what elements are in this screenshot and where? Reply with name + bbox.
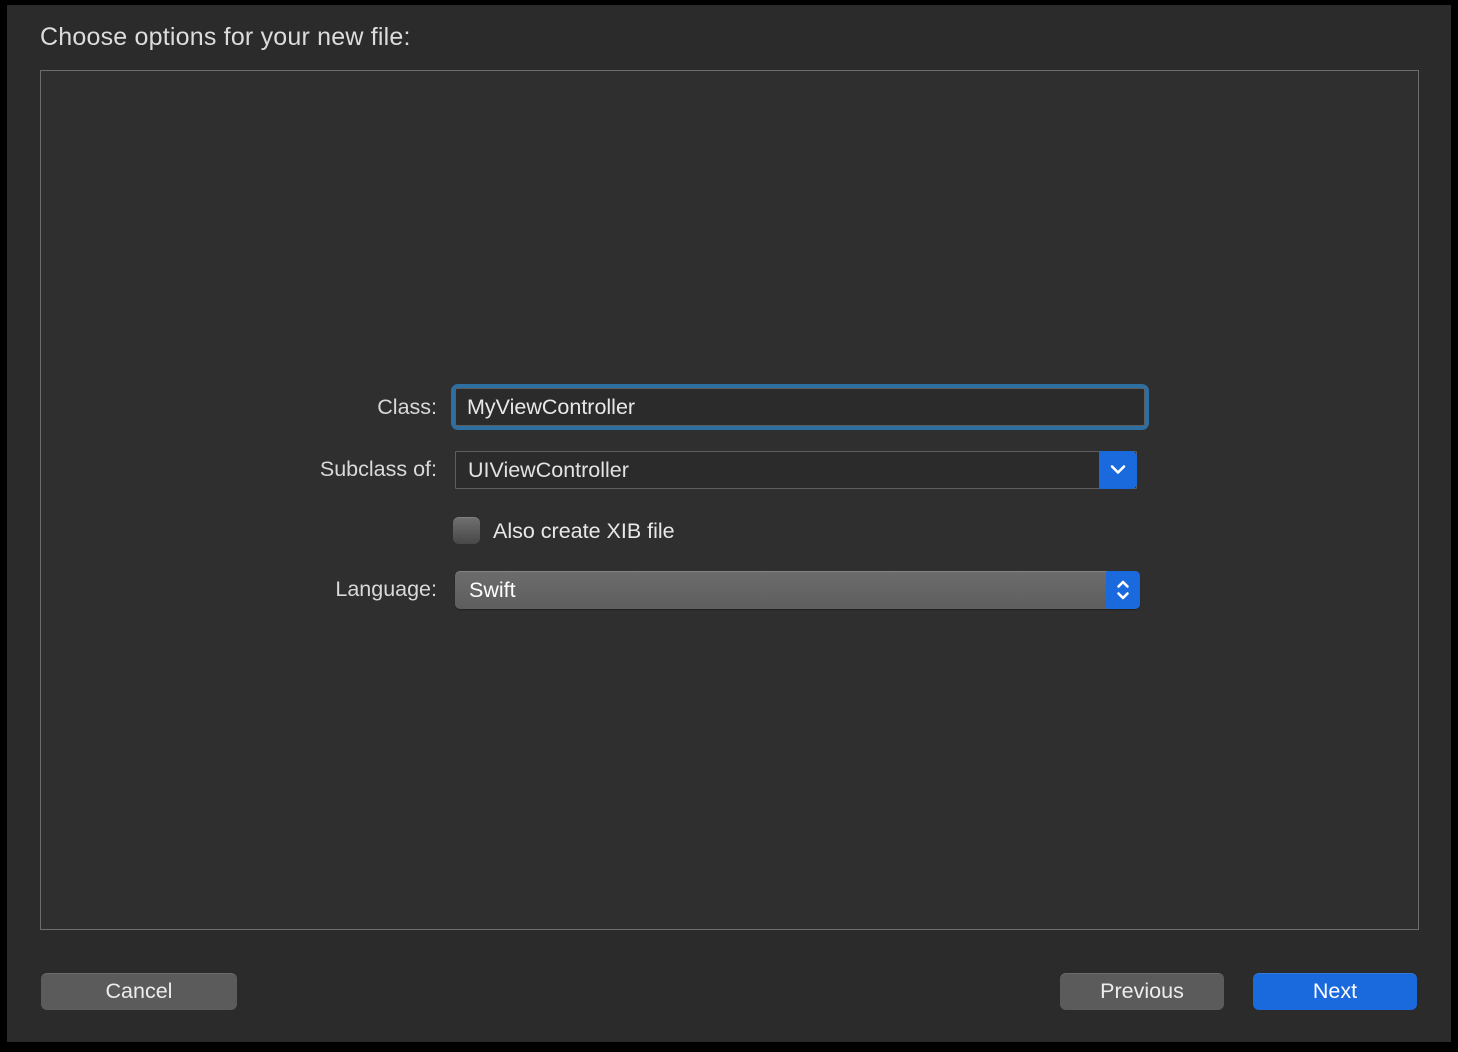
page-title: Choose options for your new file:: [40, 23, 411, 52]
subclass-value: UIViewController: [468, 452, 629, 488]
language-label: Language:: [7, 571, 437, 608]
chevron-down-icon: [1109, 464, 1127, 476]
xib-checkbox[interactable]: [453, 517, 480, 544]
previous-button[interactable]: Previous: [1060, 973, 1224, 1010]
chevron-up-down-icon: [1115, 578, 1131, 602]
class-field-focus-ring: [451, 384, 1149, 430]
next-button[interactable]: Next: [1253, 973, 1417, 1010]
class-label: Class:: [7, 389, 437, 426]
new-file-options-dialog: Choose options for your new file: Class:…: [7, 5, 1451, 1042]
subclass-combobox[interactable]: UIViewController: [455, 451, 1137, 489]
language-select[interactable]: Swift: [455, 571, 1140, 609]
subclass-label: Subclass of:: [7, 451, 437, 488]
subclass-dropdown-button[interactable]: [1099, 451, 1137, 489]
options-panel: [40, 70, 1419, 930]
cancel-button[interactable]: Cancel: [41, 973, 237, 1010]
language-stepper-button[interactable]: [1106, 571, 1140, 609]
xib-checkbox-label: Also create XIB file: [493, 515, 675, 547]
language-value: Swift: [469, 571, 516, 609]
class-input[interactable]: [455, 388, 1145, 426]
